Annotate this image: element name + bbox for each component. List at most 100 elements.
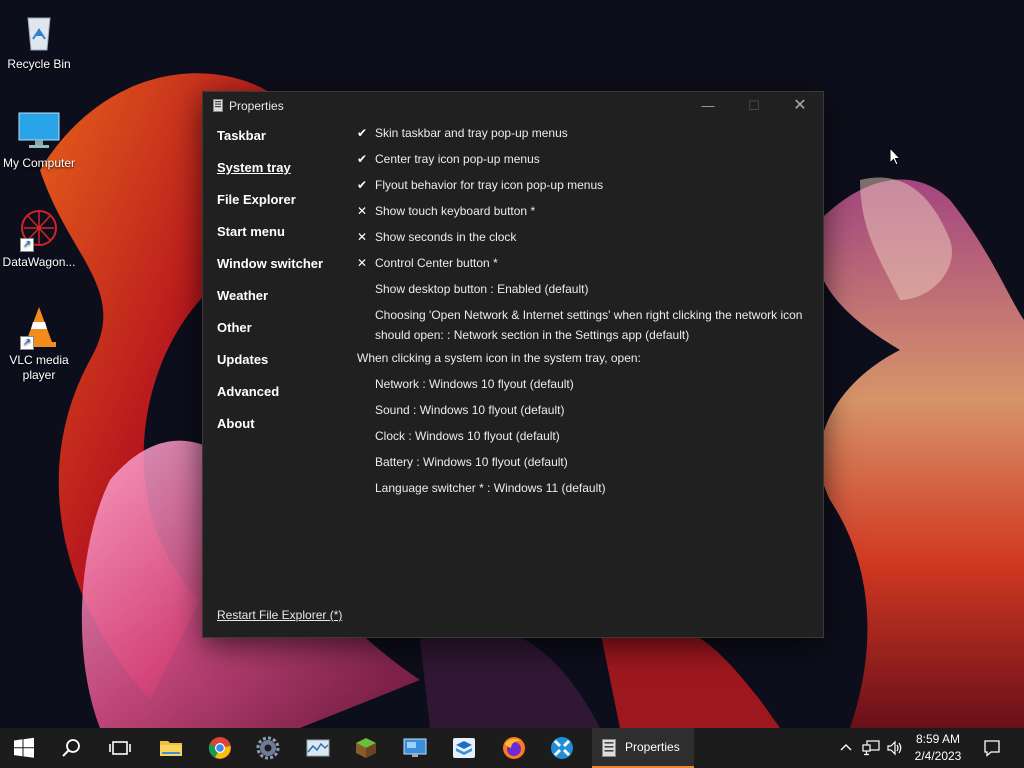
title-bar[interactable]: Properties — ☐ ✕ xyxy=(203,92,823,120)
option-label: Skin taskbar and tray pop-up menus xyxy=(375,126,568,140)
option-label: Center tray icon pop-up menus xyxy=(375,152,540,166)
cross-icon: ✕ xyxy=(357,230,368,244)
restart-explorer-link[interactable]: Restart File Explorer (*) xyxy=(217,608,342,622)
desktop-icon-datawagon[interactable]: ↗ DataWagon... xyxy=(0,206,79,270)
notifications-button[interactable] xyxy=(978,728,1006,768)
settings-content: ✔ Skin taskbar and tray pop-up menus ✔ C… xyxy=(357,126,807,507)
chrome-icon xyxy=(208,737,231,759)
show-hidden-icons-button[interactable] xyxy=(836,728,856,768)
section-heading: When clicking a system icon in the syste… xyxy=(357,351,641,365)
option-clock-flyout[interactable]: Clock : Windows 10 flyout (default) xyxy=(357,429,807,455)
option-label: Show seconds in the clock xyxy=(375,230,517,244)
checkmark-icon: ✔ xyxy=(357,126,368,140)
nav-item-about[interactable]: About xyxy=(217,416,347,448)
sandbox-icon xyxy=(453,738,475,758)
desktop-icon-label: Recycle Bin xyxy=(7,57,71,71)
taskbar-xcp[interactable] xyxy=(538,728,586,768)
option-label: Network : Windows 10 flyout (default) xyxy=(375,377,574,391)
network-tray-button[interactable] xyxy=(860,728,882,768)
search-button[interactable] xyxy=(48,728,96,768)
recycle-bin-icon xyxy=(16,8,62,54)
taskbar: Properties 8:59 AM 2/4/2023 xyxy=(0,728,1024,768)
option-label: Clock : Windows 10 flyout (default) xyxy=(375,429,560,443)
taskbar-settings[interactable] xyxy=(244,728,292,768)
maximize-button[interactable]: ☐ xyxy=(731,92,777,120)
nav-item-taskbar[interactable]: Taskbar xyxy=(217,128,347,160)
option-label: Sound : Windows 10 flyout (default) xyxy=(375,403,565,417)
network-icon xyxy=(862,740,880,756)
taskbar-resource-monitor[interactable] xyxy=(294,728,342,768)
taskbar-properties-app[interactable]: Properties xyxy=(592,728,694,768)
taskbar-sandbox[interactable] xyxy=(440,728,488,768)
nav-item-start-menu[interactable]: Start menu xyxy=(217,224,347,256)
nav-item-file-explorer[interactable]: File Explorer xyxy=(217,192,347,224)
clock-time: 8:59 AM xyxy=(915,732,961,746)
option-label: Show touch keyboard button * xyxy=(375,204,536,218)
clock-date: 2/4/2023 xyxy=(914,749,962,763)
chevron-up-icon xyxy=(840,744,852,751)
taskbar-clock[interactable]: 8:59 AM 2/4/2023 xyxy=(906,731,970,765)
taskbar-firefox[interactable] xyxy=(490,728,538,768)
option-language-switcher[interactable]: Language switcher * : Windows 11 (defaul… xyxy=(357,481,807,507)
desktop-icon-my-computer[interactable]: My Computer xyxy=(0,107,79,171)
option-battery-flyout[interactable]: Battery : Windows 10 flyout (default) xyxy=(357,455,807,481)
desktop-icon-label: VLC media player xyxy=(9,353,69,382)
nav-item-other[interactable]: Other xyxy=(217,320,347,352)
datawagon-icon: ↗ xyxy=(16,206,62,252)
checkmark-icon: ✔ xyxy=(357,152,368,166)
taskbar-remote-desktop[interactable] xyxy=(391,728,439,768)
properties-window: Properties — ☐ ✕ Taskbar System tray Fil… xyxy=(202,91,824,638)
option-label: Battery : Windows 10 flyout (default) xyxy=(375,455,568,469)
nav-item-weather[interactable]: Weather xyxy=(217,288,347,320)
window-title: Properties xyxy=(229,99,284,113)
settings-icon xyxy=(256,736,280,760)
desktop-icon-label: My Computer xyxy=(2,156,76,170)
minecraft-icon xyxy=(356,738,376,758)
taskbar-chrome[interactable] xyxy=(196,728,244,768)
file-explorer-icon xyxy=(160,741,182,756)
taskbar-app-label: Properties xyxy=(625,740,680,754)
option-touch-keyboard[interactable]: ✕ Show touch keyboard button * xyxy=(357,204,807,230)
volume-tray-button[interactable] xyxy=(884,728,906,768)
desktop-icon-recycle-bin[interactable]: Recycle Bin xyxy=(0,8,79,72)
option-skin-taskbar[interactable]: ✔ Skin taskbar and tray pop-up menus xyxy=(357,126,807,152)
firefox-icon xyxy=(503,737,525,759)
option-label: Choosing 'Open Network & Internet settin… xyxy=(375,308,803,342)
windows-start-icon xyxy=(14,737,34,758)
search-icon xyxy=(62,739,80,757)
option-network-settings[interactable]: Choosing 'Open Network & Internet settin… xyxy=(357,305,807,351)
taskbar-file-explorer[interactable] xyxy=(147,728,195,768)
desktop-icon-label: DataWagon... xyxy=(2,255,76,269)
option-label: Control Center button * xyxy=(375,256,498,270)
option-center-tray-menus[interactable]: ✔ Center tray icon pop-up menus xyxy=(357,152,807,178)
minimize-button[interactable]: — xyxy=(685,92,731,120)
nav-item-system-tray[interactable]: System tray xyxy=(217,160,347,192)
option-label: Language switcher * : Windows 11 (defaul… xyxy=(375,481,606,495)
desktop-icon-vlc[interactable]: ↗ VLC media player xyxy=(0,304,79,383)
nav-item-advanced[interactable]: Advanced xyxy=(217,384,347,416)
nav-item-window-switcher[interactable]: Window switcher xyxy=(217,256,347,288)
option-clock-seconds[interactable]: ✕ Show seconds in the clock xyxy=(357,230,807,256)
properties-app-icon xyxy=(602,739,616,757)
task-view-button[interactable] xyxy=(96,728,144,768)
option-flyout-behavior[interactable]: ✔ Flyout behavior for tray icon pop-up m… xyxy=(357,178,807,204)
mouse-cursor-icon xyxy=(889,147,901,166)
taskbar-minecraft[interactable] xyxy=(342,728,390,768)
option-control-center[interactable]: ✕ Control Center button * xyxy=(357,256,807,282)
option-network-flyout[interactable]: Network : Windows 10 flyout (default) xyxy=(357,377,807,403)
close-button[interactable]: ✕ xyxy=(777,92,823,120)
start-button[interactable] xyxy=(0,728,48,768)
monitor-icon xyxy=(16,107,62,153)
sidebar-nav: Taskbar System tray File Explorer Start … xyxy=(217,128,347,448)
option-label: Show desktop button : Enabled (default) xyxy=(375,282,589,296)
notification-icon xyxy=(984,740,1000,757)
option-sound-flyout[interactable]: Sound : Windows 10 flyout (default) xyxy=(357,403,807,429)
properties-app-icon xyxy=(213,99,223,112)
volume-icon xyxy=(887,740,902,756)
shortcut-arrow-icon: ↗ xyxy=(20,238,34,252)
shortcut-arrow-icon: ↗ xyxy=(20,336,34,350)
nav-item-updates[interactable]: Updates xyxy=(217,352,347,384)
cross-icon: ✕ xyxy=(357,256,368,270)
xcp-icon xyxy=(551,737,573,759)
remote-desktop-icon xyxy=(403,738,427,757)
